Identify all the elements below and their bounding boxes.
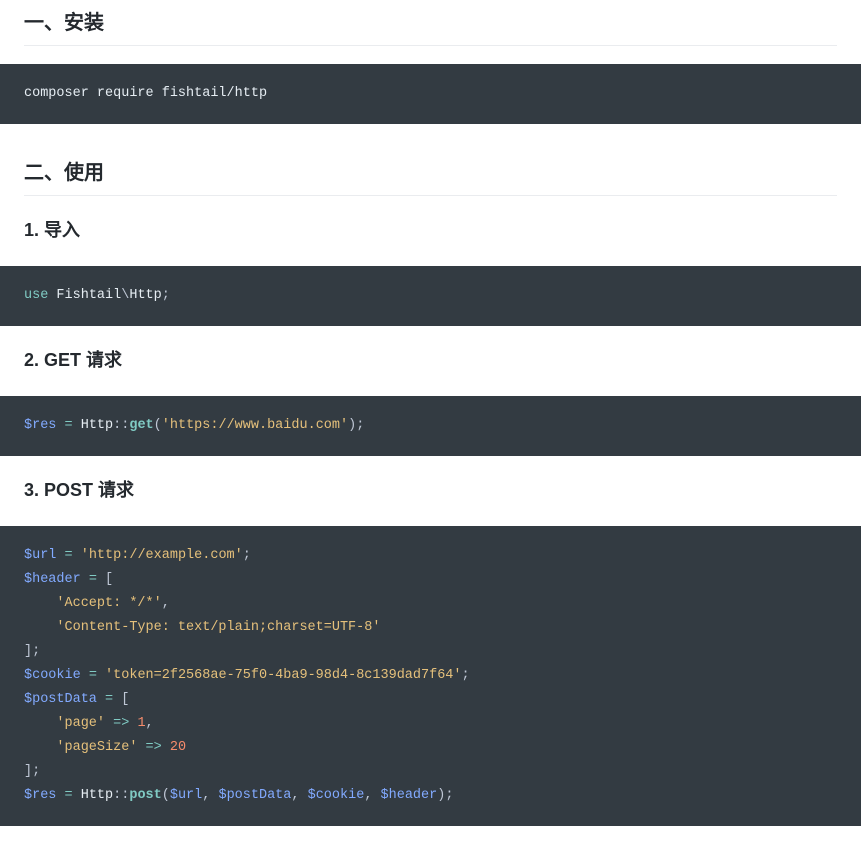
comma: , <box>202 788 218 803</box>
rparen: ) <box>348 418 356 433</box>
space <box>73 548 81 563</box>
lbracket: [ <box>105 572 113 587</box>
kw-use: use <box>24 288 48 303</box>
equals: = <box>89 668 97 683</box>
string-url: 'https://www.baidu.com' <box>162 418 348 433</box>
comma: , <box>162 596 170 611</box>
key-pagesize: 'pageSize' <box>56 740 137 755</box>
string-cookie: 'token=2f2568ae-75f0-4ba9-98d4-8c139dad7… <box>105 668 461 683</box>
heading-post: 3. POST 请求 <box>0 456 861 508</box>
space <box>162 740 170 755</box>
var-postdata: $postData <box>24 692 97 707</box>
var-url: $url <box>24 548 56 563</box>
double-colon: :: <box>113 418 129 433</box>
space <box>73 788 81 803</box>
space <box>56 418 64 433</box>
space <box>137 740 145 755</box>
heading-install: 一、安装 <box>24 6 837 46</box>
heading-usage: 二、使用 <box>24 156 837 196</box>
lbracket: [ <box>121 692 129 707</box>
ns-fishtail: Fishtail <box>48 288 121 303</box>
semicolon: ; <box>445 788 453 803</box>
heading-import: 1. 导入 <box>0 196 861 248</box>
space <box>56 548 64 563</box>
ns-http: Http <box>129 288 161 303</box>
space <box>81 668 89 683</box>
space <box>105 716 113 731</box>
equals: = <box>65 548 73 563</box>
indent <box>24 740 56 755</box>
equals: = <box>65 788 73 803</box>
heading-get: 2. GET 请求 <box>0 326 861 378</box>
space <box>56 788 64 803</box>
indent <box>24 620 56 635</box>
comma: , <box>364 788 380 803</box>
comma: , <box>291 788 307 803</box>
arrow: => <box>146 740 162 755</box>
equals: = <box>89 572 97 587</box>
space <box>81 572 89 587</box>
arg-header: $header <box>381 788 438 803</box>
var-res: $res <box>24 788 56 803</box>
arrow: => <box>113 716 129 731</box>
semicolon: ; <box>162 288 170 303</box>
semicolon: ; <box>356 418 364 433</box>
rbracket: ] <box>24 764 32 779</box>
arg-cookie: $cookie <box>308 788 365 803</box>
string-accept: 'Accept: */*' <box>56 596 161 611</box>
var-cookie: $cookie <box>24 668 81 683</box>
space <box>97 668 105 683</box>
semicolon: ; <box>462 668 470 683</box>
indent <box>24 716 56 731</box>
indent <box>24 596 56 611</box>
code-text: composer require fishtail/http <box>24 86 267 101</box>
arg-postdata: $postData <box>218 788 291 803</box>
comma: , <box>146 716 154 731</box>
equals: = <box>105 692 113 707</box>
lparen: ( <box>162 788 170 803</box>
lparen: ( <box>154 418 162 433</box>
equals: = <box>65 418 73 433</box>
space <box>97 572 105 587</box>
semicolon: ; <box>32 764 40 779</box>
string-url: 'http://example.com' <box>81 548 243 563</box>
key-page: 'page' <box>56 716 105 731</box>
rbracket: ] <box>24 644 32 659</box>
semicolon: ; <box>243 548 251 563</box>
num-20: 20 <box>170 740 186 755</box>
class-http: Http <box>81 418 113 433</box>
code-import: use Fishtail\Http; <box>0 266 861 326</box>
var-header: $header <box>24 572 81 587</box>
space <box>97 692 105 707</box>
num-1: 1 <box>137 716 145 731</box>
double-colon: :: <box>113 788 129 803</box>
code-install: composer require fishtail/http <box>0 64 861 124</box>
arg-url: $url <box>170 788 202 803</box>
string-content-type: 'Content-Type: text/plain;charset=UTF-8' <box>56 620 380 635</box>
space <box>73 418 81 433</box>
var-res: $res <box>24 418 56 433</box>
semicolon: ; <box>32 644 40 659</box>
class-http: Http <box>81 788 113 803</box>
method-post: post <box>129 788 161 803</box>
code-get: $res = Http::get('https://www.baidu.com'… <box>0 396 861 456</box>
method-get: get <box>129 418 153 433</box>
code-post: $url = 'http://example.com'; $header = [… <box>0 526 861 826</box>
